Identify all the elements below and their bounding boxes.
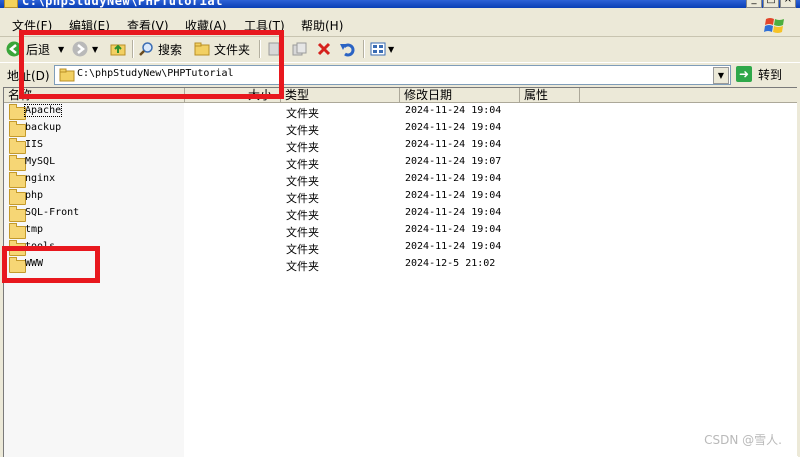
copy-to-icon — [292, 42, 307, 56]
file-type: 文件夹 — [286, 158, 319, 171]
go-button[interactable]: ➜ 转到 — [736, 65, 782, 83]
file-name: nginx — [25, 173, 56, 184]
file-name: backup — [25, 122, 62, 133]
delete-button[interactable] — [316, 40, 332, 58]
annotation-box-www — [2, 246, 100, 283]
file-name: MySQL — [25, 156, 56, 167]
file-modified: 2024-11-24 19:04 — [405, 241, 502, 252]
file-row[interactable]: MySQL 文件夹 2024-11-24 19:07 — [4, 155, 798, 172]
file-row[interactable]: nginx 文件夹 2024-11-24 19:04 — [4, 172, 798, 189]
folder-icon — [9, 104, 26, 120]
chevron-down-icon[interactable]: ▼ — [388, 45, 394, 54]
address-dropdown-icon[interactable]: ▼ — [713, 67, 729, 84]
file-row[interactable]: tmp 文件夹 2024-11-24 19:04 — [4, 223, 798, 240]
file-modified: 2024-11-24 19:04 — [405, 122, 502, 133]
annotation-box-toolbar — [19, 30, 284, 99]
file-row[interactable]: WWW 文件夹 2024-12-5 21:02 — [4, 257, 798, 274]
views-button[interactable]: ▼ — [370, 40, 394, 58]
copy-to-button[interactable] — [291, 40, 307, 58]
folder-icon — [9, 155, 26, 171]
file-type: 文件夹 — [286, 226, 319, 239]
file-modified: 2024-11-24 19:04 — [405, 173, 502, 184]
file-name: tmp — [25, 224, 44, 235]
window-title: C:\phpStudyNew\PHPTutorial — [22, 0, 223, 8]
minimize-button[interactable]: _ — [746, 0, 762, 8]
folder-icon — [9, 206, 26, 222]
go-label: 转到 — [758, 67, 783, 82]
file-type: 文件夹 — [286, 192, 319, 205]
go-arrow-icon: ➜ — [736, 66, 752, 82]
views-icon — [370, 42, 386, 56]
undo-button[interactable] — [339, 40, 355, 58]
file-modified: 2024-11-24 19:04 — [405, 139, 502, 150]
file-modified: 2024-11-24 19:04 — [405, 105, 502, 116]
title-bar[interactable]: C:\phpStudyNew\PHPTutorial _ □ × — [0, 0, 800, 8]
folder-icon — [9, 172, 26, 188]
file-row[interactable]: IIS 文件夹 2024-11-24 19:04 — [4, 138, 798, 155]
menu-help[interactable]: 帮助(H) — [301, 17, 343, 34]
file-name: Apache — [23, 104, 63, 117]
file-row[interactable]: SQL-Front 文件夹 2024-11-24 19:04 — [4, 206, 798, 223]
folder-icon — [9, 121, 26, 137]
windows-logo-icon — [764, 18, 784, 33]
file-type: 文件夹 — [286, 107, 319, 120]
file-name: SQL-Front — [25, 207, 80, 218]
file-type: 文件夹 — [286, 243, 319, 256]
file-row[interactable]: tools 文件夹 2024-11-24 19:04 — [4, 240, 798, 257]
file-modified: 2024-11-24 19:04 — [405, 224, 502, 235]
file-modified: 2024-11-24 19:04 — [405, 207, 502, 218]
close-button[interactable]: × — [780, 0, 796, 8]
column-modified[interactable]: 修改日期 — [400, 88, 520, 102]
file-row[interactable]: php 文件夹 2024-11-24 19:04 — [4, 189, 798, 206]
file-row[interactable]: Apache 文件夹 2024-11-24 19:04 — [4, 104, 798, 121]
column-attributes[interactable]: 属性 — [520, 88, 580, 102]
file-name: php — [25, 190, 44, 201]
file-modified: 2024-11-24 19:04 — [405, 190, 502, 201]
file-type: 文件夹 — [286, 260, 319, 273]
column-type[interactable]: 类型 — [281, 88, 400, 102]
file-modified: 2024-11-24 19:07 — [405, 156, 502, 167]
file-row[interactable]: backup 文件夹 2024-11-24 19:04 — [4, 121, 798, 138]
delete-icon — [317, 42, 331, 56]
undo-icon — [340, 43, 355, 57]
file-modified: 2024-12-5 21:02 — [405, 258, 496, 269]
file-type: 文件夹 — [286, 209, 319, 222]
file-list[interactable]: 名称 大小 类型 修改日期 属性 Apache 文件夹 2024-11-24 1… — [3, 87, 798, 457]
file-type: 文件夹 — [286, 141, 319, 154]
file-name: IIS — [25, 139, 44, 150]
folder-icon — [4, 0, 18, 8]
file-type: 文件夹 — [286, 124, 319, 137]
folder-icon — [9, 189, 26, 205]
folder-icon — [9, 223, 26, 239]
maximize-button[interactable]: □ — [763, 0, 779, 8]
file-type: 文件夹 — [286, 175, 319, 188]
watermark: CSDN @雪人. — [704, 433, 782, 447]
folder-icon — [9, 138, 26, 154]
